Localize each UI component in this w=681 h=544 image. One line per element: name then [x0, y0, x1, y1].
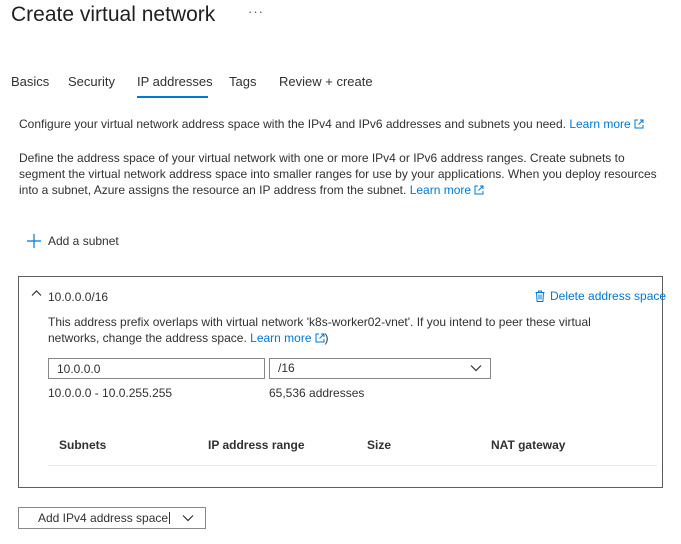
overlap-warning: This address prefix overlaps with virtua… — [48, 314, 638, 346]
address-range-text: 10.0.0.0 - 10.0.255.255 — [48, 386, 173, 400]
more-options-button[interactable]: ··· — [248, 4, 264, 19]
column-header-size: Size — [367, 438, 392, 452]
column-header-subnets: Subnets — [59, 438, 107, 452]
chevron-up-icon[interactable] — [31, 289, 42, 297]
add-ipv4-address-space-label: Add IPv4 address space — [38, 511, 169, 525]
delete-address-space-label: Delete address space — [550, 289, 667, 303]
add-ipv4-address-space-button[interactable]: Add IPv4 address space — [18, 507, 206, 529]
chevron-down-icon — [182, 515, 194, 522]
prefix-select[interactable]: /16 — [269, 358, 491, 379]
address-count-text: 65,536 addresses — [269, 386, 365, 400]
active-tab-indicator — [137, 96, 208, 98]
add-subnet-label: Add a subnet — [48, 234, 119, 248]
intro-line-2-text: Define the address space of your virtual… — [19, 151, 657, 197]
learn-more-link-3[interactable]: Learn more — [250, 331, 325, 345]
intro-line-1: Configure your virtual network address s… — [19, 116, 659, 132]
intro-line-2: Define the address space of your virtual… — [19, 150, 664, 198]
tab-security[interactable]: Security — [68, 74, 115, 89]
chevron-down-icon — [470, 365, 482, 372]
external-link-icon — [474, 185, 484, 195]
learn-more-link-2-label: Learn more — [409, 183, 472, 197]
column-header-nat-gateway: NAT gateway — [491, 438, 566, 452]
prefix-select-value: /16 — [278, 361, 295, 375]
address-input[interactable] — [48, 358, 265, 379]
intro-line-1-text: Configure your virtual network address s… — [19, 117, 566, 131]
page-title: Create virtual network — [11, 3, 216, 26]
add-subnet-button[interactable]: Add a subnet — [27, 234, 119, 248]
learn-more-link-2[interactable]: Learn more — [410, 183, 484, 197]
address-space-panel — [18, 276, 663, 488]
overlap-warning-suffix: ) — [324, 331, 329, 345]
tab-basics[interactable]: Basics — [11, 74, 49, 89]
trash-icon — [535, 290, 545, 302]
plus-icon — [27, 234, 41, 248]
tab-tags[interactable]: Tags — [229, 74, 256, 89]
add-space-dropdown-toggle[interactable] — [170, 514, 205, 522]
table-divider — [48, 465, 657, 466]
learn-more-link-3-label: Learn more — [250, 331, 312, 345]
address-space-title: 10.0.0.0/16 — [48, 290, 109, 304]
column-header-ip-range: IP address range — [208, 438, 305, 452]
learn-more-link-1-label: Learn more — [569, 117, 631, 131]
tab-review-create[interactable]: Review + create — [279, 74, 373, 89]
learn-more-link-1[interactable]: Learn more — [569, 117, 644, 131]
external-link-icon — [315, 333, 325, 343]
delete-address-space-button[interactable]: Delete address space — [535, 289, 666, 303]
tab-ip-addresses[interactable]: IP addresses — [137, 74, 213, 89]
external-link-icon — [634, 119, 644, 129]
